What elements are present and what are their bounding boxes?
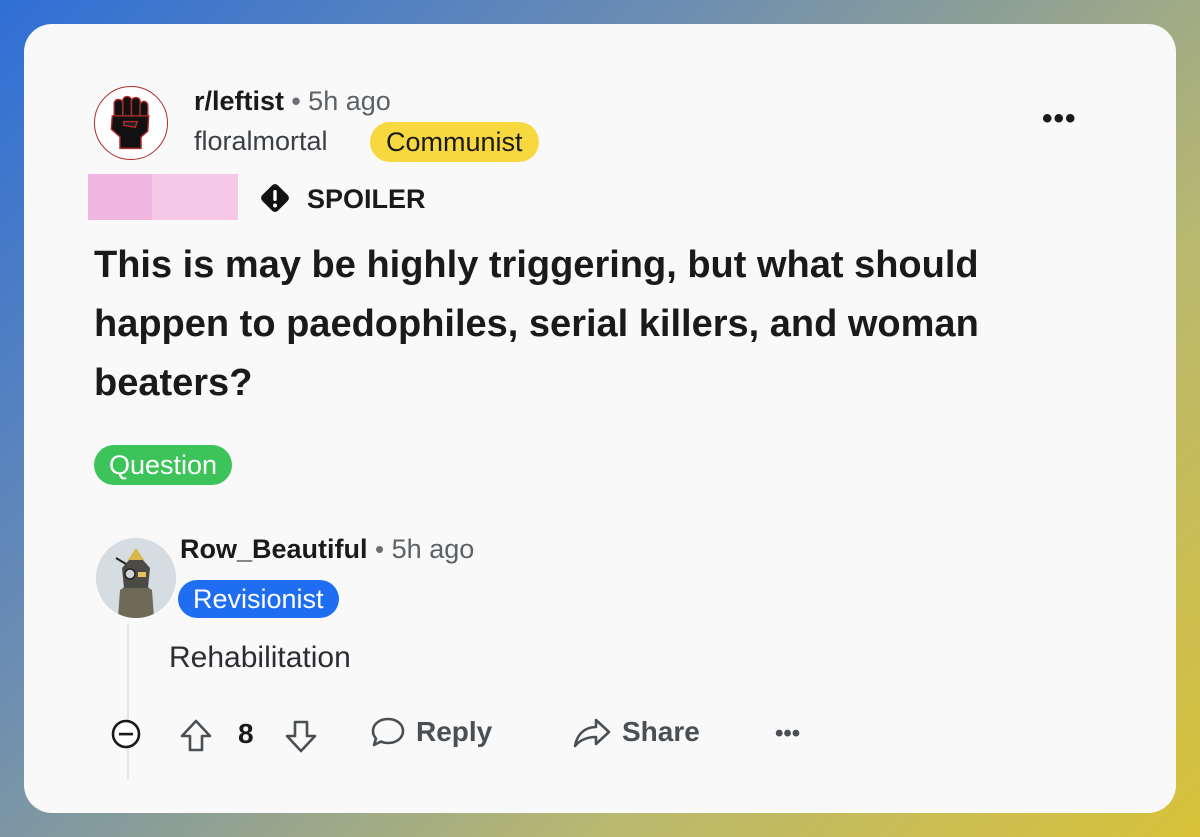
- comment-author[interactable]: Row_Beautiful: [180, 534, 368, 564]
- meta-separator: •: [291, 86, 301, 116]
- meta-separator: •: [375, 534, 385, 564]
- post-card: r/leftist • 5h ago floralmortal Communis…: [24, 24, 1176, 813]
- spoiler-label: SPOILER: [307, 184, 426, 214]
- share-button[interactable]: Share: [572, 715, 700, 749]
- post-title[interactable]: This is may be highly triggering, but wh…: [94, 236, 1074, 413]
- post-author[interactable]: floralmortal: [194, 126, 328, 157]
- spoiler-warning-icon: [261, 184, 289, 212]
- commenter-avatar[interactable]: [96, 538, 176, 618]
- share-label: Share: [622, 716, 700, 747]
- author-flair-badge: Communist: [370, 122, 539, 162]
- upvote-icon[interactable]: [179, 718, 213, 754]
- comment-more-button[interactable]: •••: [775, 720, 800, 748]
- comment-meta: Row_Beautiful • 5h ago: [180, 534, 474, 565]
- raised-fist-icon: [110, 95, 150, 150]
- reply-icon: [371, 717, 405, 747]
- collapse-icon[interactable]: [110, 718, 142, 750]
- post-more-button[interactable]: •••: [1042, 102, 1077, 136]
- post-time: 5h ago: [308, 86, 391, 116]
- robot-avatar-icon: [96, 538, 176, 618]
- comment-time: 5h ago: [391, 534, 475, 564]
- vote-count: 8: [238, 718, 254, 749]
- redacted-region: [88, 174, 238, 220]
- subreddit-avatar[interactable]: [94, 86, 168, 160]
- reply-label: Reply: [416, 716, 493, 747]
- thread-line[interactable]: [127, 624, 129, 779]
- subreddit-name[interactable]: r/leftist: [194, 86, 284, 116]
- commenter-flair-badge: Revisionist: [178, 580, 339, 618]
- comment-body: Rehabilitation: [169, 641, 351, 674]
- post-flair-badge[interactable]: Question: [94, 445, 233, 485]
- reply-button[interactable]: Reply: [370, 715, 492, 749]
- downvote-icon[interactable]: [284, 718, 318, 754]
- share-icon: [573, 718, 611, 748]
- post-meta: r/leftist • 5h ago: [194, 86, 391, 117]
